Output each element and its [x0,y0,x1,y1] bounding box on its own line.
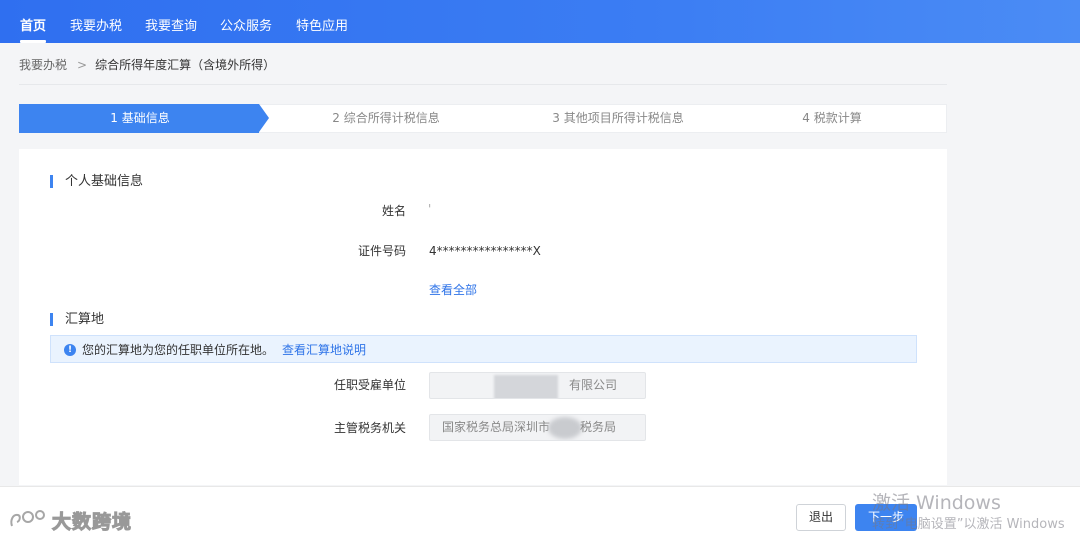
top-nav-bar: 首页 我要办税 我要查询 公众服务 特色应用 [0,0,1080,43]
tax-office-label: 主管税务机关 [333,421,406,435]
step-progress: 1 基础信息 2 综合所得计税信息 3 其他项目所得计税信息 4 税款计算 [19,104,947,133]
employer-label: 任职受雇单位 [333,378,406,392]
nav-item-tax-handling[interactable]: 我要办税 [70,18,122,36]
name-label: 姓名 [381,204,406,218]
breadcrumb-parent[interactable]: 我要办税 [19,58,67,72]
name-value: ' [428,202,432,216]
activation-title: 激活 Windows [872,492,1001,514]
breadcrumb: 我要办税 > 综合所得年度汇算（含境外所得） [19,56,275,72]
step-comprehensive-income: 2 综合所得计税信息 [332,111,440,125]
tax-office-value-prefix: 国家税务总局深圳市 [442,420,551,434]
employer-value: 有限公司 [569,378,618,392]
watermark-text: 大数跨境 [51,511,133,534]
main-card: 个人基础信息 姓名 ' 证件号码 4****************X 查看全部… [19,149,947,485]
section-title-text: 个人基础信息 [65,174,144,189]
settlement-notice: ! 您的汇算地为您的任职单位所在地。 查看汇算地说明 [50,335,917,363]
id-number-value: 4****************X [429,244,541,258]
breadcrumb-current: 综合所得年度汇算（含境外所得） [95,58,276,72]
windows-activation-overlay: 激活 Windows 转到“电脑设置”以激活 Windows [872,491,1065,534]
active-step-arrow [259,104,269,132]
step-tax-calculation: 4 税款计算 [802,111,862,125]
settlement-explanation-link[interactable]: 查看汇算地说明 [282,343,366,357]
section-marker [50,175,53,188]
section-personal-info: 个人基础信息 [50,174,144,190]
divider [19,84,947,85]
redaction [548,417,582,439]
nav-item-special-apps[interactable]: 特色应用 [296,18,348,36]
notice-text: 您的汇算地为您的任职单位所在地。 [82,343,275,357]
watermark-logo-icon [10,510,45,527]
section-settlement: 汇算地 [50,312,105,328]
step-other-income: 3 其他项目所得计税信息 [552,111,684,125]
step-basic-info: 1 基础信息 [110,111,170,125]
exit-button[interactable]: 退出 [796,504,846,531]
view-all-link[interactable]: 查看全部 [429,282,477,298]
employer-field: 有限公司 [429,372,646,399]
nav-item-home[interactable]: 首页 [20,18,47,43]
section-marker [50,313,53,326]
tax-office-value-suffix: 税务局 [580,420,617,434]
chevron-right-icon: > [77,58,88,72]
nav-item-public-service[interactable]: 公众服务 [220,18,272,36]
activation-subtitle: 转到“电脑设置”以激活 Windows [872,517,1065,532]
info-icon: ! [64,344,76,356]
nav-item-query[interactable]: 我要查询 [145,18,197,36]
tax-office-field: 国家税务总局深圳市 税务局 [429,414,646,441]
id-number-label: 证件号码 [357,244,406,258]
redaction [494,375,558,398]
section-title-text: 汇算地 [65,312,105,327]
